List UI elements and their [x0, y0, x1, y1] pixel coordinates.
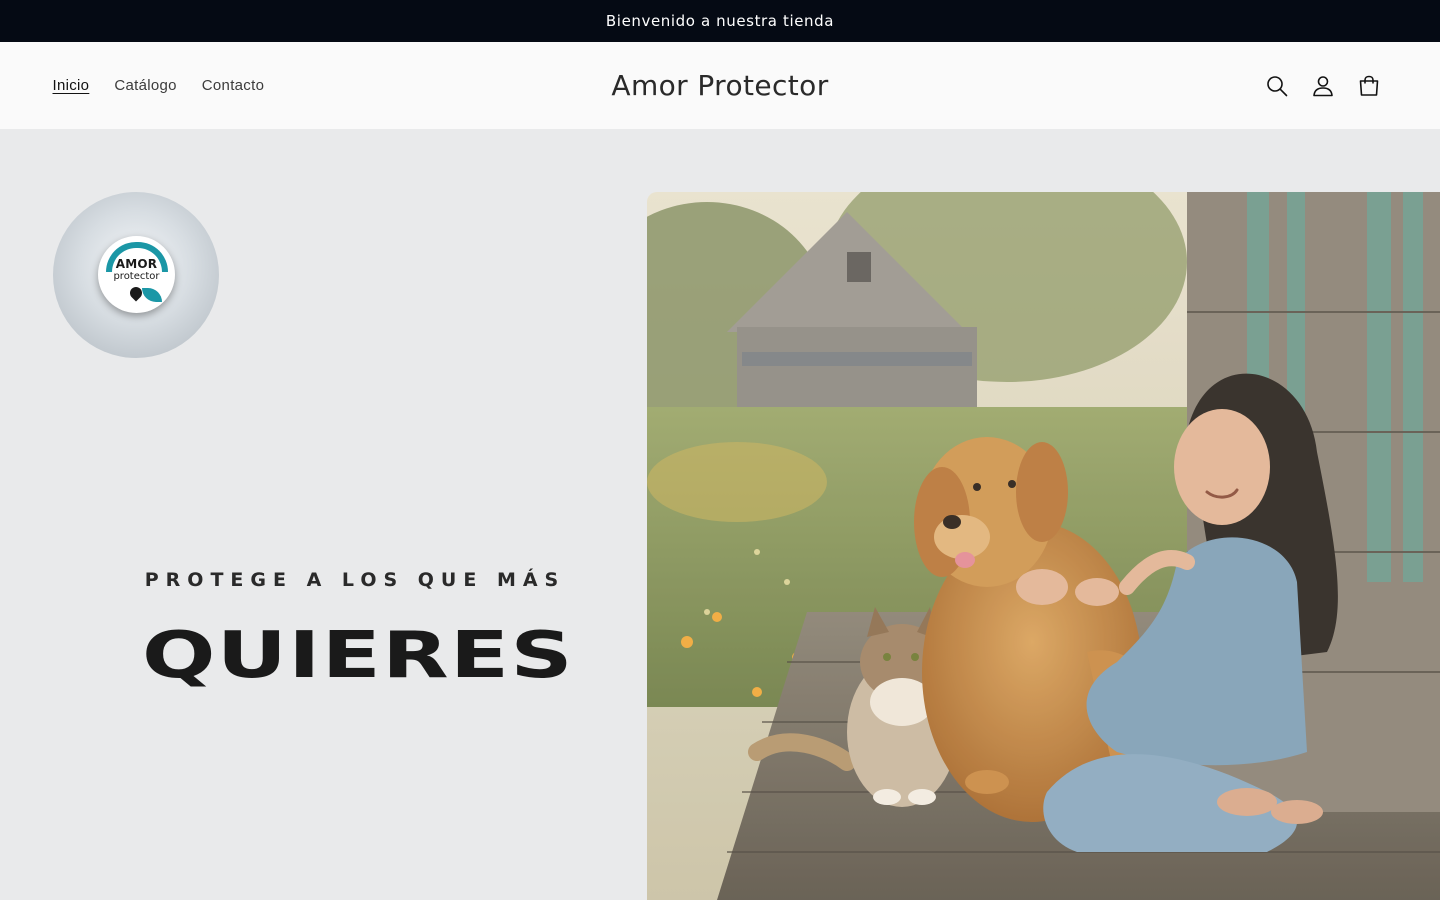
logo-badge: AMOR protector: [98, 236, 175, 313]
nav-link-catalogo[interactable]: Catálogo: [102, 77, 189, 94]
cart-button[interactable]: [1346, 63, 1392, 109]
brand-name: Amor Protector: [611, 69, 829, 102]
announcement-bar: Bienvenido a nuestra tienda: [0, 0, 1440, 42]
main-nav: Inicio Catálogo Contacto: [40, 42, 277, 129]
account-button[interactable]: [1300, 63, 1346, 109]
brand-logo-link[interactable]: Amor Protector: [520, 42, 920, 129]
hero-banner: AMOR protector PROTEGE A LOS QUE MÁS QUI…: [0, 129, 1440, 900]
site-header: Inicio Catálogo Contacto Amor Protector: [0, 42, 1440, 129]
header-icons: [1254, 42, 1392, 129]
logo-text-amor: AMOR: [115, 257, 158, 271]
nav-link-contacto[interactable]: Contacto: [189, 77, 276, 94]
amor-protector-logo: AMOR protector: [53, 192, 219, 358]
search-icon: [1267, 75, 1288, 96]
announcement-text: Bienvenido a nuestra tienda: [605, 12, 835, 30]
nav-link-inicio[interactable]: Inicio: [40, 77, 102, 94]
leaf-icon: [142, 288, 162, 302]
cart-icon: [1359, 75, 1379, 96]
account-icon: [1313, 75, 1333, 96]
search-button[interactable]: [1254, 63, 1300, 109]
logo-text-protector: protector: [113, 271, 160, 282]
hero-photo-illustration: [647, 192, 1440, 900]
hero-image-girl-dog-cat: [647, 192, 1440, 900]
hero-tagline: PROTEGE A LOS QUE MÁS: [144, 569, 566, 591]
